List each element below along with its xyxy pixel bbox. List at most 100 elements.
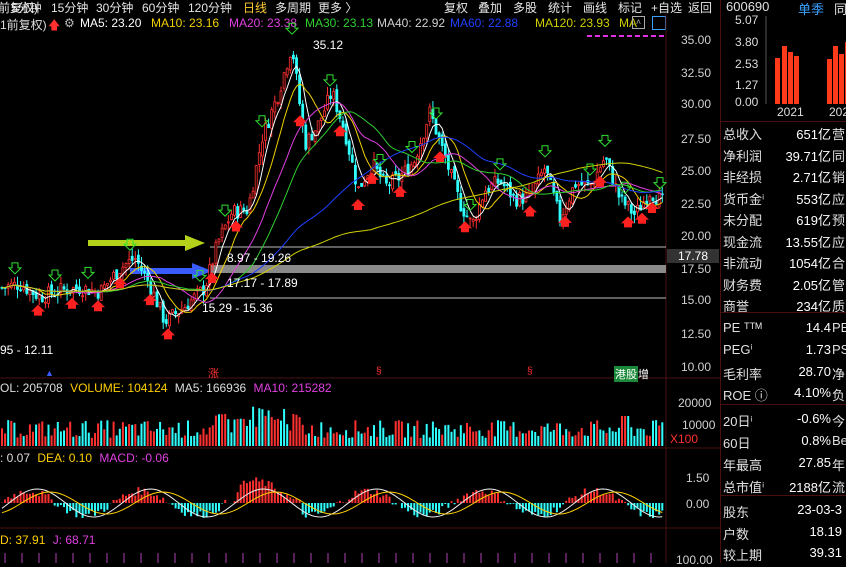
event-marker-hk[interactable]: 港股: [614, 366, 638, 382]
volume-bar: [103, 429, 105, 446]
volume-bar: [172, 427, 174, 446]
event-marker-zeng[interactable]: 增: [638, 366, 649, 382]
macd-bar: [116, 500, 118, 503]
volume-bar: [630, 427, 632, 446]
candle-body: [150, 282, 152, 294]
event-marker-zhang[interactable]: 涨: [208, 365, 219, 381]
macd-bar: [91, 503, 93, 511]
candle-body: [156, 292, 158, 307]
candle-body: [482, 200, 484, 207]
volume-bar: [534, 432, 536, 446]
volume-bar: [522, 433, 524, 446]
macd-bar: [206, 503, 208, 517]
candle-body: [63, 287, 65, 289]
volume-bar: [407, 423, 409, 446]
row-label: 货币金ⁱ: [723, 189, 764, 208]
volume-bar: [258, 408, 260, 446]
candle-body: [268, 124, 270, 127]
volume-bar: [562, 435, 564, 446]
candle-body: [472, 219, 474, 221]
event-s-icon[interactable]: §: [376, 366, 382, 377]
macd-bar: [503, 501, 505, 503]
event-up-icon[interactable]: ▲: [45, 368, 54, 378]
volume-bar: [354, 420, 356, 446]
candle-body: [646, 201, 648, 204]
volume-bar: [125, 427, 127, 446]
volume-bar: [69, 422, 71, 446]
macd-bar: [571, 498, 573, 503]
macd-bar: [97, 503, 99, 511]
macd-bar: [333, 503, 335, 506]
event-s-icon-2[interactable]: §: [527, 366, 533, 377]
candle-body: [103, 285, 105, 289]
volume-bar: [265, 416, 267, 446]
price-axis: 35.00 32.50 30.00 27.50 25.00 22.50 20.0…: [668, 0, 720, 378]
volume-bar: [234, 420, 236, 446]
macd-bar: [395, 503, 397, 504]
macd-bar: [212, 503, 214, 513]
candle-body: [128, 259, 130, 263]
volume-bar: [196, 432, 198, 446]
candle-body: [320, 118, 322, 120]
volume-bar: [85, 421, 87, 446]
candle-body: [478, 204, 480, 219]
candle-body: [429, 107, 431, 122]
candle-body: [44, 302, 46, 303]
mini-revenue-bar: [782, 46, 787, 104]
volume-bar: [110, 438, 112, 446]
volume-bar: [209, 427, 211, 446]
macd-bar: [261, 480, 263, 503]
volume-bar: [491, 423, 493, 446]
row-label: 毛利率: [723, 364, 762, 383]
macd-value: MACD: -0.06: [99, 451, 168, 465]
macd-legend: : 0.07 DEA: 0.10 MACD: -0.06: [0, 451, 169, 465]
candle-body: [274, 102, 276, 112]
buy-signal-icon: [464, 199, 476, 210]
volume-bar: [509, 426, 511, 446]
volume-bar: [227, 419, 229, 446]
candle-body: [327, 95, 329, 109]
macd-bar: [4, 499, 6, 503]
macd-bar: [172, 503, 174, 505]
kline-chart[interactable]: [0, 0, 720, 563]
macd-bar: [426, 503, 428, 516]
sell-signal-icon: [293, 115, 307, 126]
row-suffix: 负: [832, 385, 845, 404]
row-label: 现金流: [723, 232, 762, 251]
volume-bar: [503, 421, 505, 446]
row-suffix: PS: [832, 342, 846, 357]
volume-bar: [596, 420, 598, 446]
candle-body: [153, 292, 155, 296]
volume-bar: [94, 433, 96, 446]
candle-body: [624, 197, 626, 205]
volume-bar: [382, 428, 384, 446]
candle-body: [330, 96, 332, 98]
row-suffix: PE: [832, 320, 846, 335]
volume-bar: [367, 427, 369, 446]
volume-bar: [178, 423, 180, 446]
mini-revenue-bar: [839, 54, 844, 104]
buy-signal-icon: [539, 146, 551, 157]
mini-revenue-bar: [775, 58, 780, 104]
macd-bar: [268, 481, 270, 503]
macd-bar: [478, 493, 480, 503]
macd-bar: [627, 503, 629, 505]
volume-bar: [432, 422, 434, 446]
candle-body: [137, 255, 139, 263]
candle-body: [147, 273, 149, 281]
volume-bar: [38, 423, 40, 446]
volume-bar: [401, 422, 403, 446]
mini-revenue-bar: [788, 52, 793, 104]
volume-bar: [640, 428, 642, 446]
volume-bar: [410, 437, 412, 446]
candle-body: [240, 206, 242, 218]
candle-body: [475, 219, 477, 220]
macd-bar: [20, 491, 22, 503]
volume-bar: [51, 435, 53, 446]
price-tick: 30.00: [681, 97, 711, 111]
volume-bar: [159, 422, 161, 446]
buy-signal-icon: [599, 135, 611, 146]
volume-bar: [237, 419, 239, 446]
row-value: 23-03-3: [786, 502, 842, 517]
volume-bar: [32, 432, 34, 446]
